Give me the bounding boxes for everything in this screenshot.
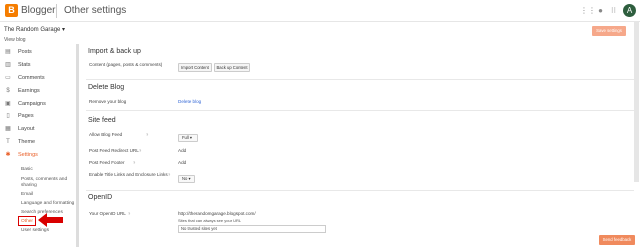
section-title-site-feed: Site feed (88, 117, 116, 124)
divider (86, 110, 634, 111)
sidebar-item-label: Pages (18, 113, 34, 120)
sidebar-item-pages[interactable]: ▯ Pages (0, 110, 76, 123)
enclosure-links-select[interactable]: No ▾ (178, 175, 195, 183)
brand-name[interactable]: Blogger (21, 5, 55, 16)
section-title-delete: Delete Blog (88, 84, 125, 91)
divider (86, 79, 634, 80)
allow-feed-select[interactable]: Full ▾ (178, 134, 198, 142)
openid-url-label: Your OpenID URL (89, 211, 126, 216)
sidebar-item-label: Comments (18, 74, 45, 81)
avatar[interactable]: A (623, 4, 636, 17)
redirect-url-add[interactable]: Add (178, 148, 186, 153)
sidebar-item-theme[interactable]: T Theme (0, 136, 76, 149)
sidebar-item-label: Layout (18, 126, 35, 133)
trusted-sites-help: Sites that can always see your URL (178, 218, 242, 223)
sidebar-item-label: Stats (18, 62, 31, 69)
sidebar-item-settings[interactable]: ✱ Settings (0, 148, 76, 161)
sidebar-item-stats[interactable]: ▥ Stats (0, 59, 76, 72)
delete-blog-link[interactable]: Delete blog (178, 99, 201, 104)
sidebar-item-layout[interactable]: ▦ Layout (0, 123, 76, 136)
sidebar-item-label: Settings (18, 151, 38, 158)
top-bar: B Blogger Other settings ⋮⋮ ● ⁝⁝ A (0, 0, 640, 22)
blog-selector[interactable]: The Random Garage ▾ (4, 26, 65, 33)
sidebar-item-label: Campaigns (18, 100, 46, 107)
view-blog-link[interactable]: View blog (4, 37, 26, 43)
sidebar-item-label: Posts (18, 49, 32, 56)
earnings-icon: $ (6, 87, 10, 94)
section-title-import: Import & back up (88, 48, 141, 55)
enclosure-links-label: Enable Title Links and Enclosure Links (89, 172, 168, 177)
annotation-arrow-icon (38, 213, 63, 227)
header-divider (56, 4, 57, 18)
settings-sub-user[interactable]: User settings (21, 228, 49, 234)
sidebar-item-posts[interactable]: ▤ Posts (0, 46, 76, 59)
backup-content-button[interactable]: Back up Content (214, 63, 250, 72)
settings-sub-email[interactable]: Email (21, 192, 33, 198)
help-icon[interactable]: ? (128, 211, 130, 216)
allow-feed-label: Allow Blog Feed (89, 132, 123, 137)
menu-grid-icon[interactable]: ⁝⁝ (609, 6, 618, 15)
openid-url-value: http://therandomgarage.blogspot.com/ (178, 211, 256, 216)
main-scrollbar[interactable] (634, 22, 639, 182)
redirect-url-label: Post Feed Redirect URL (89, 148, 139, 153)
feed-footer-label: Post Feed Footer (89, 160, 125, 165)
sidebar-nav: ▤ Posts ▥ Stats ▭ Comments $ Earnings ▣ … (0, 46, 76, 161)
pages-icon: ▯ (6, 113, 10, 120)
content-label: Content (pages, posts & comments) (89, 62, 163, 67)
help-icon[interactable]: ? (146, 132, 148, 137)
import-content-button[interactable]: Import Content (178, 63, 212, 72)
annotation-highlight-box (18, 216, 36, 226)
help-icon[interactable]: ? (168, 172, 170, 177)
sidebar-item-campaigns[interactable]: ▣ Campaigns (0, 97, 76, 110)
sidebar-item-comments[interactable]: ▭ Comments (0, 72, 76, 85)
settings-sub-posts-comments-cont[interactable]: sharing (21, 183, 37, 189)
blogger-logo-icon[interactable]: B (5, 4, 18, 17)
section-title-openid: OpenID (88, 194, 113, 201)
save-settings-button[interactable]: Save settings (592, 26, 626, 36)
settings-sub-language[interactable]: Language and formatting (21, 201, 74, 207)
settings-sub-basic[interactable]: Basic (21, 167, 33, 173)
settings-icon: ✱ (5, 151, 11, 158)
notifications-icon[interactable]: ● (596, 6, 605, 15)
page-title: Other settings (64, 5, 127, 16)
trusted-sites-field[interactable]: No trusted sites yet (178, 225, 326, 233)
sidebar-item-earnings[interactable]: $ Earnings (0, 84, 76, 97)
remove-blog-label: Remove your blog (89, 99, 127, 104)
theme-icon: T (6, 138, 10, 145)
comments-icon: ▭ (5, 74, 11, 81)
sidebar-item-label: Earnings (18, 87, 40, 94)
feed-footer-add[interactable]: Add (178, 160, 186, 165)
layout-icon: ▦ (5, 126, 11, 133)
apps-grid-icon[interactable]: ⋮⋮ (580, 6, 596, 15)
main-content: Save settings Import & back up Content (… (82, 22, 634, 247)
campaigns-icon: ▣ (5, 100, 11, 107)
divider (86, 190, 634, 191)
sidebar-item-label: Theme (18, 138, 36, 145)
posts-icon: ▤ (5, 49, 11, 56)
help-icon[interactable]: ? (139, 148, 141, 153)
send-feedback-button[interactable]: Send feedback (599, 235, 635, 245)
stats-icon: ▥ (5, 62, 11, 69)
help-icon[interactable]: ? (133, 160, 135, 165)
sidebar-scrollbar[interactable] (76, 44, 79, 247)
